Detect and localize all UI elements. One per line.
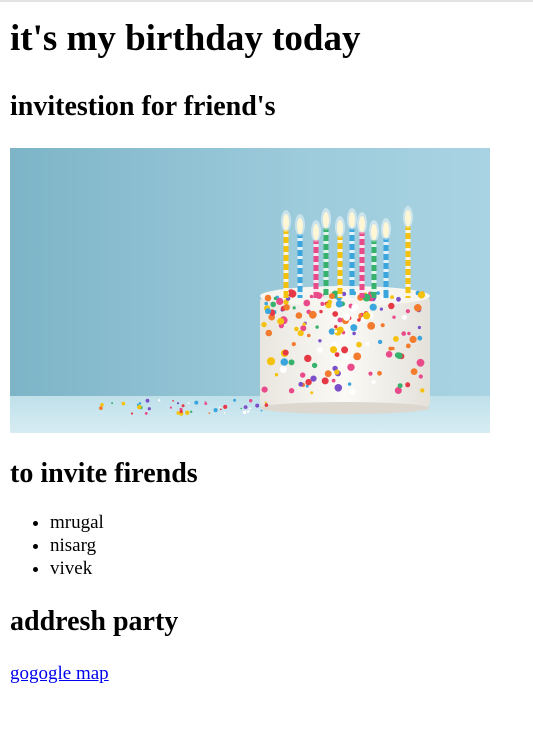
address-heading: addresh party bbox=[10, 606, 179, 637]
page-title: it's my birthday today bbox=[10, 18, 361, 59]
invitation-heading: invitestion for friend's bbox=[10, 91, 276, 122]
page-content: it's my birthday today invitestion for f… bbox=[0, 2, 533, 685]
friends-heading: to invite firends bbox=[10, 458, 198, 489]
list-item: nisarg bbox=[50, 534, 523, 557]
map-link[interactable]: gogogle map bbox=[10, 663, 109, 685]
list-item: mrugal bbox=[50, 511, 523, 534]
birthday-cake-image bbox=[10, 148, 490, 433]
friends-list: mrugal nisarg vivek bbox=[10, 511, 523, 580]
list-item: vivek bbox=[50, 557, 523, 580]
